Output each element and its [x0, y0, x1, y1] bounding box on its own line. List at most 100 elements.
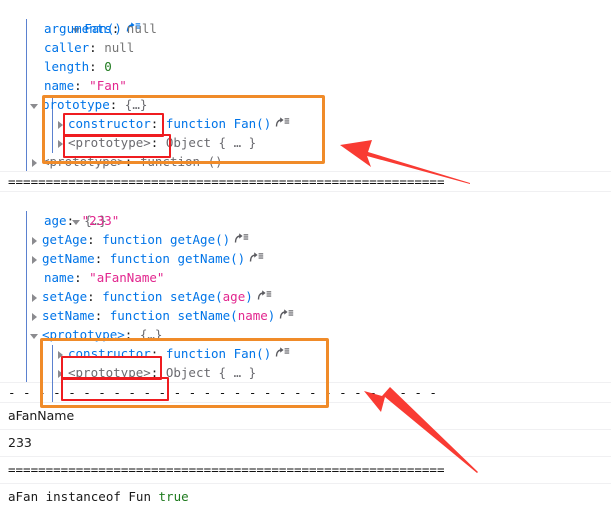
jump-to-definition-icon[interactable] — [274, 117, 290, 129]
tree-row[interactable]: caller: null — [0, 38, 611, 57]
jump-to-definition-icon[interactable] — [278, 309, 294, 321]
tree-row[interactable]: getAge: function getAge() — [0, 230, 611, 249]
tree-row[interactable]: age: "233" — [0, 211, 611, 230]
twisty-closed-icon[interactable] — [30, 312, 40, 322]
property-name: age — [44, 213, 67, 228]
separator-colon: : — [94, 251, 110, 266]
jump-to-definition-icon[interactable] — [233, 233, 249, 245]
tree-row[interactable]: setAge: function setAge(age) — [0, 287, 611, 306]
twisty-closed-icon[interactable] — [56, 120, 66, 130]
twisty-closed-icon[interactable] — [56, 350, 66, 360]
console-message-log[interactable]: aFan instanceof Fun true — [0, 484, 611, 510]
property-name: <prototype> — [42, 154, 125, 169]
log-text: aFan instanceof Fun — [8, 489, 151, 504]
property-value: Object { … } — [165, 135, 257, 150]
object-header-row[interactable]: {…} — [0, 192, 611, 228]
tree-row[interactable]: length: 0 — [0, 57, 611, 76]
property-value: Object { … } — [165, 365, 257, 380]
log-text: 233 — [8, 435, 32, 450]
tree-row[interactable]: arguments: null — [0, 19, 611, 38]
tree-row[interactable]: getName: function getName() — [0, 249, 611, 268]
object-header-row[interactable]: Fan() — [0, 0, 611, 36]
property-name: name — [44, 78, 75, 93]
jump-to-definition-icon[interactable] — [274, 347, 290, 359]
property-value: function Fan() — [165, 346, 272, 361]
console-message-separator[interactable]: - - - - - - - - - - - - - - - - - - - - … — [0, 383, 611, 403]
property-value-fn: function setName(name) — [109, 308, 276, 323]
twisty-closed-icon[interactable] — [30, 293, 40, 303]
property-name: setAge — [42, 289, 88, 304]
console-message-separator[interactable]: ========================================… — [0, 172, 611, 192]
property-name: <prototype> — [68, 135, 151, 150]
property-name: getName — [42, 251, 95, 266]
property-value: function Fan() — [165, 116, 272, 131]
jump-to-definition-icon[interactable] — [256, 290, 272, 302]
object-tree-afan: {…} age: "233" getAge: function getAge()… — [0, 192, 611, 402]
property-value-fn: function setAge(age) — [102, 289, 253, 304]
jump-to-definition-icon[interactable] — [248, 252, 264, 264]
object-tree-fan: Fan() arguments: null caller: null lengt… — [0, 0, 611, 171]
tree-row[interactable]: <prototype>: Object { … } — [0, 133, 611, 152]
separator-equals-line: ========================================… — [8, 174, 445, 189]
twisty-closed-icon[interactable] — [56, 369, 66, 379]
property-value: {…} — [139, 327, 163, 342]
property-value: "233" — [81, 213, 120, 228]
property-value: null — [126, 21, 157, 36]
tree-row[interactable]: prototype: {…} — [0, 95, 611, 114]
tree-row[interactable]: <prototype>: function () — [0, 152, 611, 171]
property-name: length — [44, 59, 90, 74]
property-name: prototype — [42, 97, 110, 112]
separator-colon: : — [89, 40, 105, 55]
separator-colon: : — [124, 327, 140, 342]
property-value: "Fan" — [89, 78, 127, 93]
tree-row[interactable]: constructor: function Fan() — [0, 344, 611, 363]
tree-row[interactable]: <prototype>: Object { … } — [0, 363, 611, 382]
separator-colon: : — [150, 346, 166, 361]
twisty-closed-icon[interactable] — [30, 255, 40, 265]
function-arg: name — [237, 308, 268, 323]
property-name: <prototype> — [68, 365, 151, 380]
devtools-console-output: Fan() arguments: null caller: null lengt… — [0, 0, 611, 510]
separator-colon: : — [150, 116, 166, 131]
property-name: caller — [44, 40, 90, 55]
console-message-text[interactable]: 233 — [0, 430, 611, 457]
property-name: getAge — [42, 232, 88, 247]
separator-colon: : — [94, 308, 110, 323]
twisty-closed-icon[interactable] — [56, 139, 66, 149]
separator-colon: : — [66, 213, 82, 228]
log-row: aFan instanceof Fun true — [0, 484, 611, 510]
tree-row[interactable]: name: "aFanName" — [0, 268, 611, 287]
console-message-object-fan[interactable]: Fan() arguments: null caller: null lengt… — [0, 0, 611, 172]
property-value: "aFanName" — [89, 270, 165, 285]
separator-dashes-line: - - - - - - - - - - - - - - - - - - - - … — [8, 385, 437, 400]
separator-colon: : — [89, 59, 105, 74]
property-value: {…} — [124, 97, 148, 112]
property-name: constructor — [68, 116, 151, 131]
property-name: constructor — [68, 346, 151, 361]
property-value: 0 — [104, 59, 112, 74]
tree-row[interactable]: constructor: function Fan() — [0, 114, 611, 133]
tree-row[interactable]: setName: function setName(name) — [0, 306, 611, 325]
twisty-closed-icon[interactable] — [30, 236, 40, 246]
twisty-closed-icon[interactable] — [30, 158, 40, 168]
console-message-text[interactable]: aFanName — [0, 403, 611, 430]
property-name: name — [44, 270, 75, 285]
separator-colon: : — [87, 232, 103, 247]
separator-colon: : — [150, 135, 166, 150]
function-arg: age — [222, 289, 246, 304]
separator-colon: : — [109, 97, 125, 112]
twisty-open-icon[interactable] — [30, 101, 40, 111]
property-value: function getName() — [109, 251, 246, 266]
separator-colon: : — [124, 154, 140, 169]
property-name: <prototype> — [42, 327, 125, 342]
tree-row[interactable]: name: "Fan" — [0, 76, 611, 95]
console-message-object-afan[interactable]: {…} age: "233" getAge: function getAge()… — [0, 192, 611, 402]
separator-colon: : — [74, 78, 90, 93]
separator-colon: : — [150, 365, 166, 380]
tree-row[interactable]: <prototype>: {…} — [0, 325, 611, 344]
separator-colon: : — [111, 21, 127, 36]
twisty-open-icon[interactable] — [30, 331, 40, 341]
separator-colon: : — [74, 270, 90, 285]
log-value: true — [158, 489, 189, 504]
console-message-separator[interactable]: ========================================… — [0, 457, 611, 484]
